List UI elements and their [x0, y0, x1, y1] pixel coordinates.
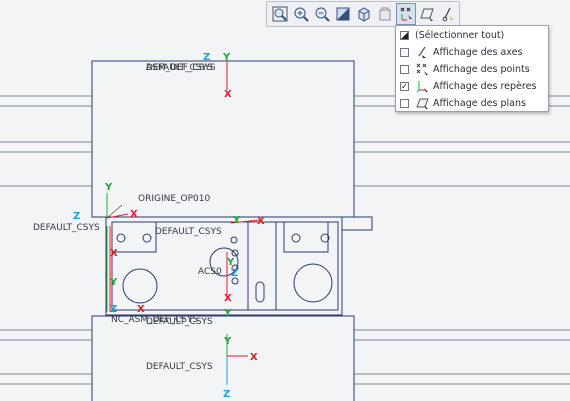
menu-item-planes[interactable]: Affichage des plans — [396, 95, 548, 112]
zoom-in-icon — [294, 7, 309, 22]
svg-text:X: X — [224, 293, 232, 304]
datum-planes-icon — [420, 8, 434, 21]
axis-icon — [415, 46, 429, 60]
display-style-icon — [358, 7, 370, 22]
refit-icon — [336, 7, 350, 21]
datum-display-filter-icon — [400, 7, 412, 21]
svg-text:Y: Y — [226, 257, 235, 268]
svg-text:Z: Z — [73, 211, 80, 222]
csys-icon — [415, 80, 429, 94]
menu-item-label: Affichage des repères — [433, 81, 537, 92]
svg-text:X: X — [137, 304, 145, 315]
annotation-display-button[interactable] — [438, 3, 458, 25]
svg-text:Y: Y — [223, 308, 232, 319]
label-acs0: ACS0 — [198, 267, 222, 277]
menu-item-label: Affichage des plans — [433, 98, 526, 109]
rail-lines — [0, 95, 570, 385]
label-default-csys-center: DEFAULT_CSYS — [155, 227, 222, 237]
svg-text:Y: Y — [222, 52, 231, 63]
svg-text:Z: Z — [223, 389, 230, 400]
csys-lower: Y DEFAULT_CSYS — [146, 308, 232, 327]
svg-text:Z: Z — [231, 268, 238, 279]
svg-text:Y: Y — [109, 277, 118, 288]
svg-text:X: X — [224, 89, 232, 100]
zoom-out-icon — [315, 7, 330, 22]
zoom-out-button[interactable] — [312, 3, 332, 25]
menu-item-csys[interactable]: ✓ Affichage des repères — [396, 78, 548, 95]
svg-text:X: X — [257, 216, 265, 227]
menu-item-label: Affichage des axes — [433, 47, 523, 58]
svg-text:Y: Y — [232, 215, 241, 226]
label-default-csys-left: DEFAULT_CSYS — [33, 223, 100, 233]
fixture-plate — [105, 216, 373, 316]
partial-check-icon — [401, 32, 408, 39]
menu-item-select-all[interactable]: (Sélectionner tout) — [396, 27, 548, 44]
axes-checkbox[interactable] — [400, 48, 409, 57]
svg-text:X: X — [250, 352, 258, 363]
datum-planes-button[interactable] — [417, 3, 437, 25]
zoom-window-icon — [272, 6, 288, 22]
plane-icon — [415, 97, 429, 111]
svg-text:Z: Z — [110, 304, 117, 315]
csys-bottom: Y X Z DEFAULT_CSYS — [146, 334, 258, 400]
zoom-in-button[interactable] — [291, 3, 311, 25]
label-origine-op010: ORIGINE_OP010 — [138, 194, 211, 204]
menu-item-label: (Sélectionner tout) — [415, 30, 505, 41]
label-default-csys-overlap: DEFAULT_CSYS — [146, 63, 213, 73]
menu-item-points[interactable]: Affichage des points — [396, 61, 548, 78]
upper-block — [91, 60, 355, 218]
menu-item-label: Affichage des points — [433, 64, 530, 75]
svg-text:Y: Y — [223, 336, 232, 347]
label-default-csys-lower: DEFAULT_CSYS — [146, 317, 213, 327]
svg-text:Z: Z — [203, 52, 210, 63]
svg-text:X: X — [130, 209, 138, 220]
zoom-window-button[interactable] — [270, 3, 290, 25]
saved-views-button[interactable] — [375, 3, 395, 25]
csys-top: X Y Z ASM_DEF_CSYS DEFAULT_CSYS — [146, 52, 232, 100]
datum-display-menu: (Sélectionner tout) Affichage des axes A… — [395, 25, 549, 112]
csys-origine: Y X Z ORIGINE_OP010 DEFAULT_CSYS — [33, 182, 211, 233]
label-default-csys-bottom: DEFAULT_CSYS — [146, 362, 213, 372]
points-checkbox[interactable] — [400, 65, 409, 74]
display-style-button[interactable] — [354, 3, 374, 25]
saved-views-icon — [379, 7, 391, 21]
points-icon — [415, 63, 429, 77]
annotation-display-icon — [442, 7, 453, 22]
refit-button[interactable] — [333, 3, 353, 25]
select-all-checkbox[interactable] — [400, 31, 409, 40]
view-toolbar — [266, 1, 460, 27]
csys-checkbox[interactable]: ✓ — [400, 82, 409, 91]
svg-text:X: X — [110, 248, 118, 259]
menu-item-axes[interactable]: Affichage des axes — [396, 44, 548, 61]
svg-text:Y: Y — [104, 182, 113, 193]
datum-display-filter-button[interactable] — [396, 3, 416, 25]
planes-checkbox[interactable] — [400, 99, 409, 108]
